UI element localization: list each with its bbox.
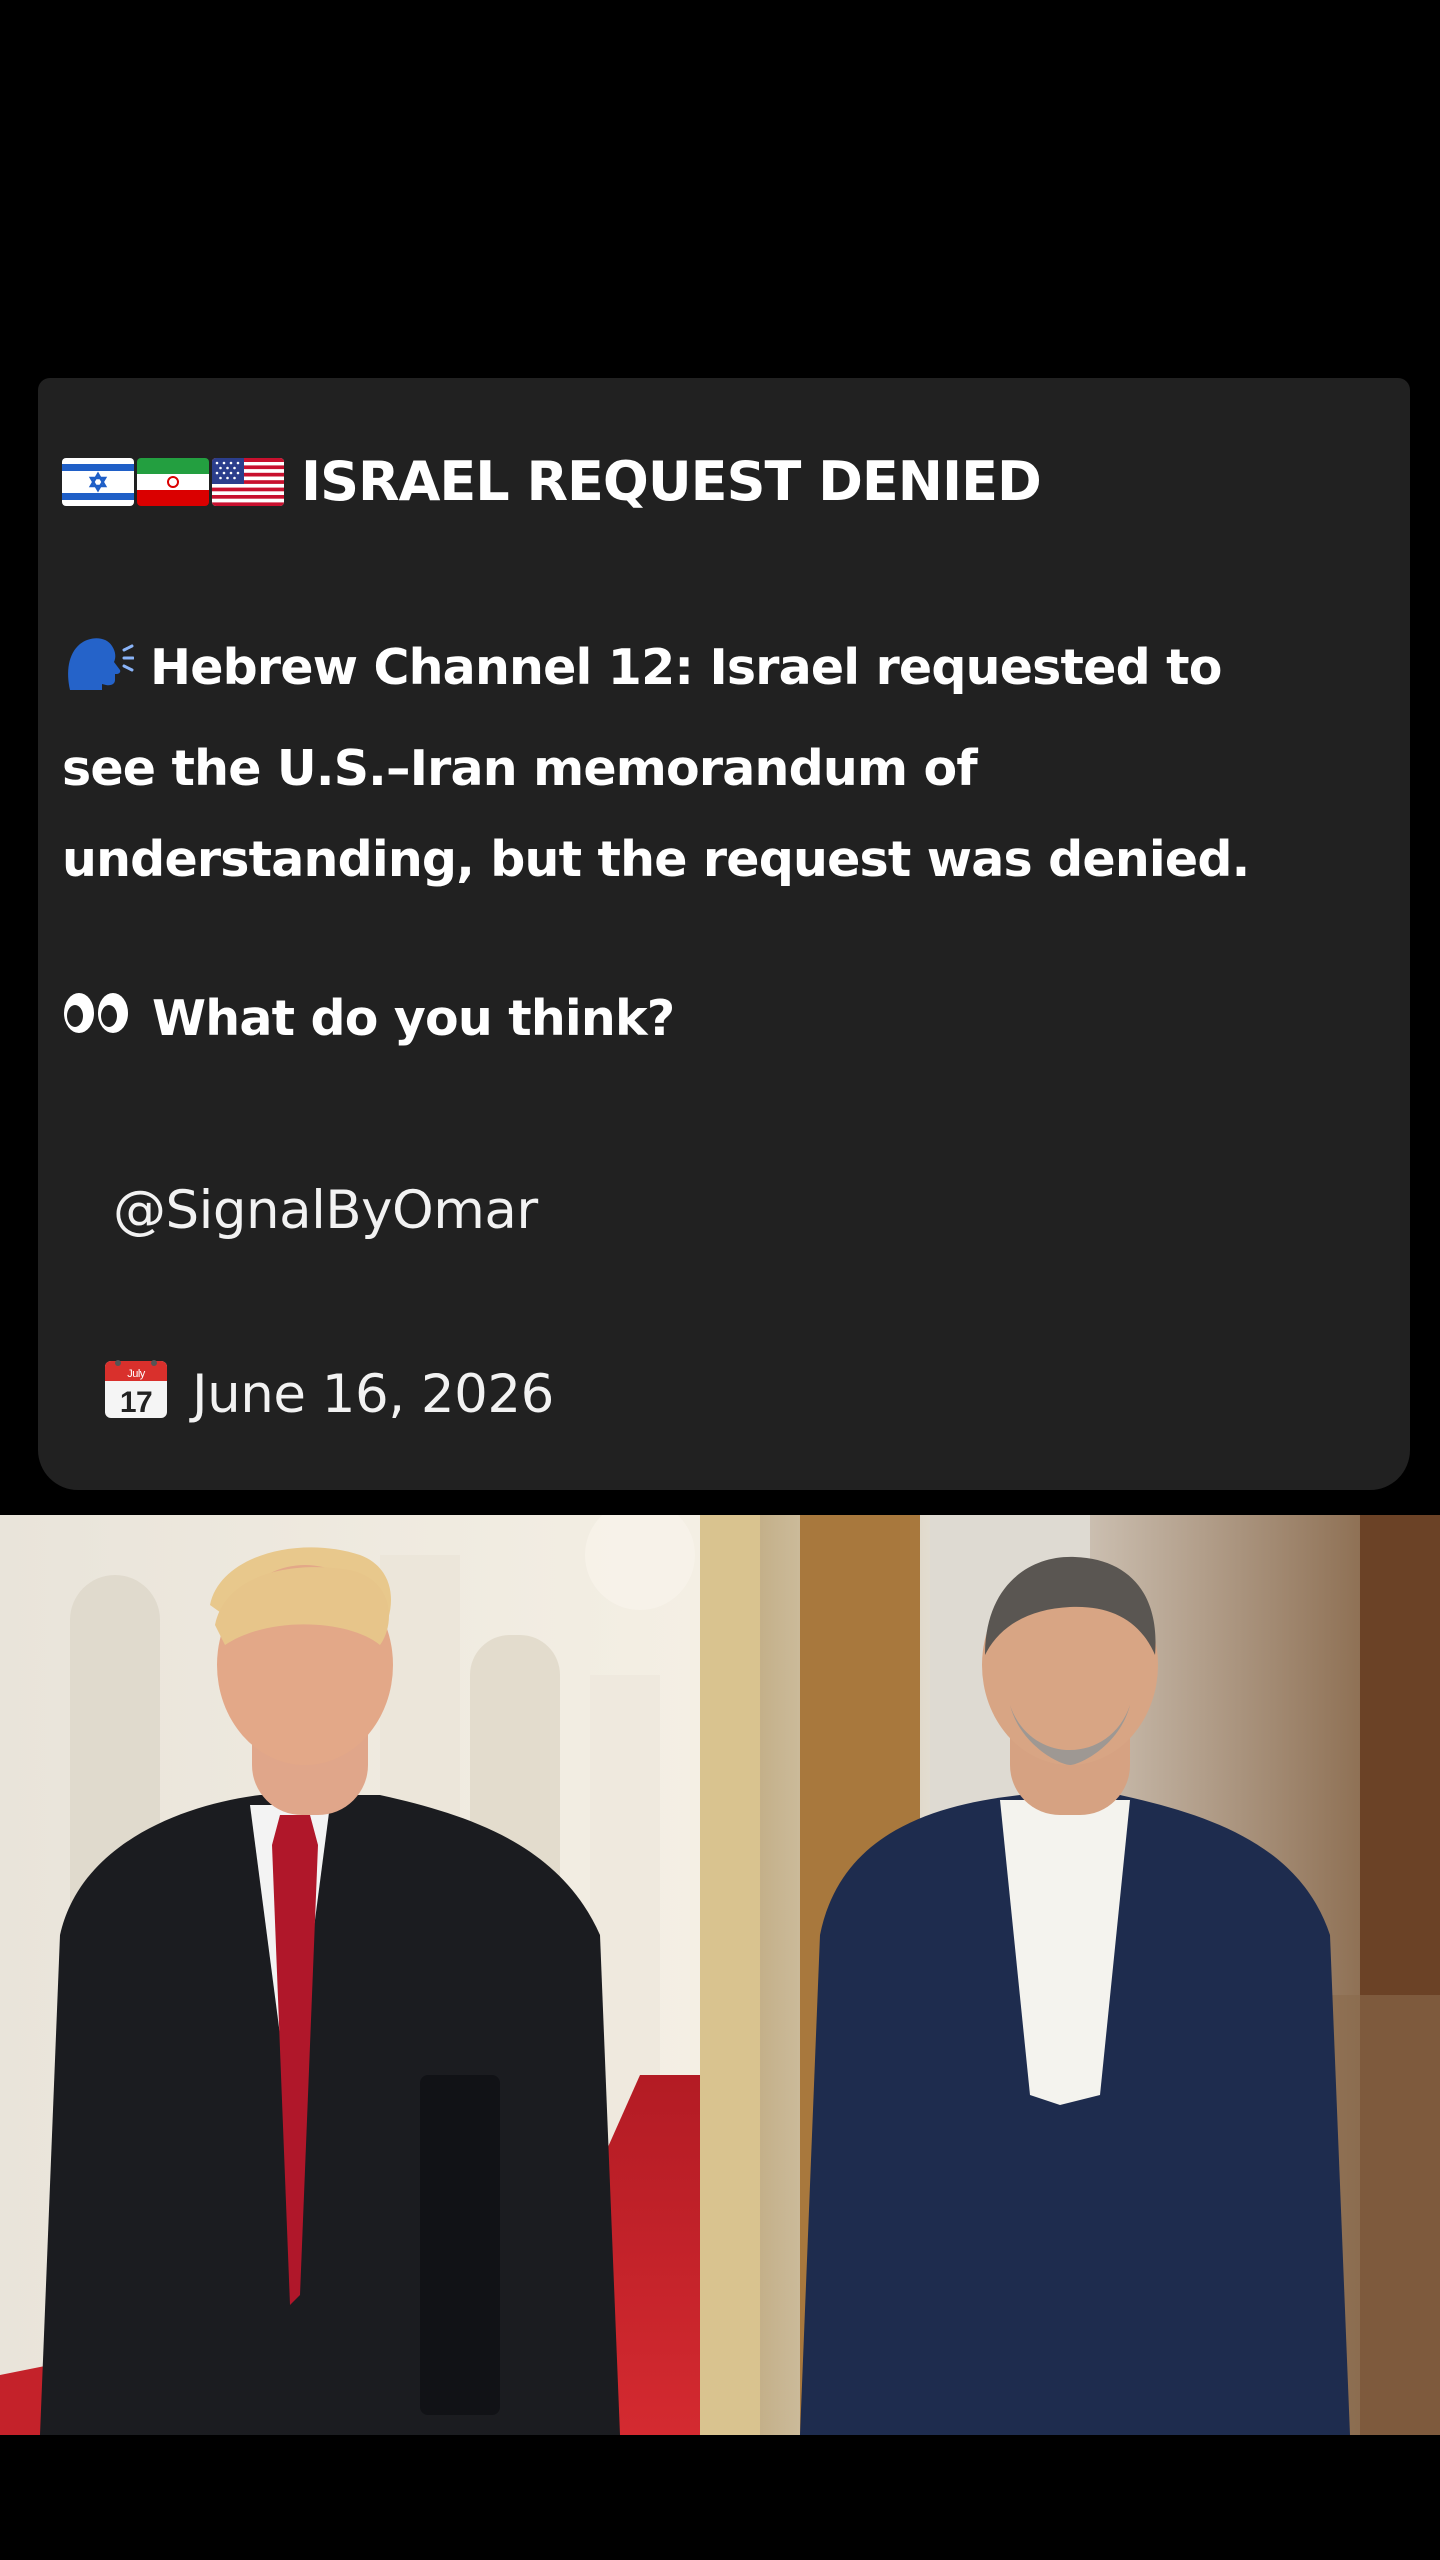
calendar-month: July — [127, 1368, 146, 1380]
speaking-head-icon — [62, 632, 135, 723]
calendar-icon: July 17 — [104, 1357, 168, 1432]
post-card — [38, 378, 1410, 1490]
post-headline: ISRAEL REQUEST DENIED — [301, 450, 1042, 513]
israel-flag-icon — [62, 457, 134, 506]
post-body-text: Hebrew Channel 12: Israel requested to s… — [62, 639, 1250, 888]
post-photo[interactable] — [0, 1515, 1440, 2435]
us-flag-icon — [212, 457, 284, 506]
calendar-day: 17 — [120, 1386, 152, 1419]
question-row: What do you think? — [62, 990, 675, 1047]
date-row: July 17 June 16, 2026 — [104, 1357, 554, 1432]
eyes-icon — [62, 990, 132, 1047]
question-text: What do you think? — [152, 990, 675, 1047]
iran-flag-icon — [137, 457, 209, 506]
post-body: Hebrew Channel 12: Israel requested to s… — [62, 622, 1322, 905]
post-date: June 16, 2026 — [192, 1364, 554, 1425]
headline-row: ISRAEL REQUEST DENIED — [62, 450, 1042, 513]
author-handle[interactable]: @SignalByOmar — [113, 1180, 538, 1241]
